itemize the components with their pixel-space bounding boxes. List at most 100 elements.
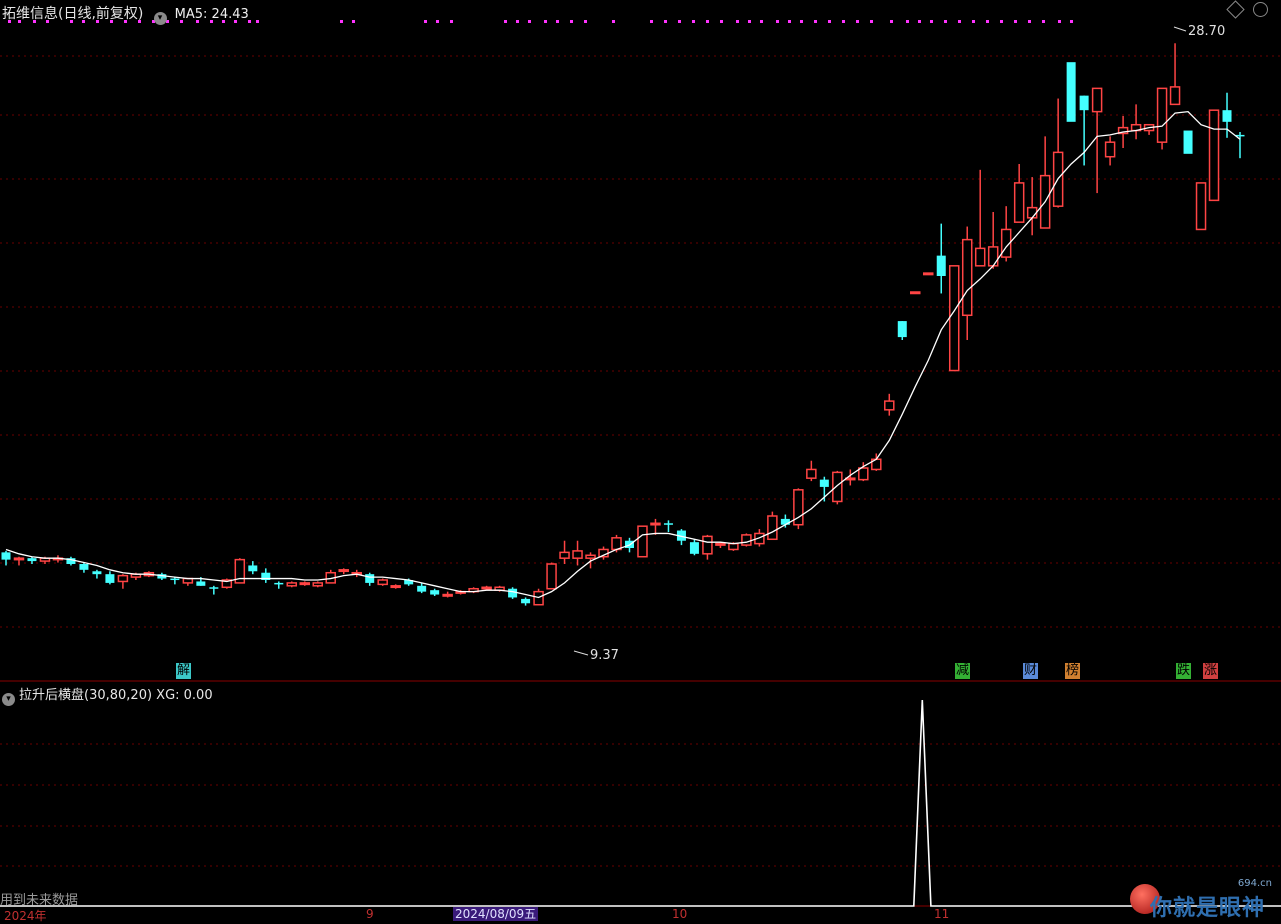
candle-body: [974, 247, 986, 267]
candle-body: [961, 238, 973, 317]
axis-label: 2024年: [4, 909, 47, 923]
signal-dot: [800, 20, 803, 23]
event-marker[interactable]: 减: [955, 663, 971, 679]
candle-body: [741, 534, 752, 546]
dropdown-icon[interactable]: ▾: [2, 693, 15, 706]
candle-body: [910, 291, 921, 295]
candle-body: [1195, 182, 1207, 231]
chart-canvas: [0, 20, 1281, 907]
signal-dot: [736, 20, 739, 23]
dropdown-icon[interactable]: ▾: [153, 12, 167, 25]
signal-dot: [906, 20, 909, 23]
candle-body: [1066, 62, 1076, 122]
ma-label: MA5: 24.43: [174, 7, 249, 22]
signal-dot: [584, 20, 587, 23]
signal-dot: [516, 20, 519, 23]
candle-body: [1169, 86, 1181, 106]
signal-dot: [504, 20, 507, 23]
candle-body: [170, 578, 180, 581]
signal-dot: [1058, 20, 1061, 23]
candle-body: [521, 598, 531, 604]
candle-body: [27, 558, 37, 562]
signal-dot: [528, 20, 531, 23]
signal-dot: [814, 20, 817, 23]
signal-dot: [556, 20, 559, 23]
indicator-line: [0, 699, 1281, 907]
circle-icon[interactable]: [1253, 2, 1268, 17]
candle-body: [1183, 130, 1193, 154]
candle-body: [819, 479, 829, 487]
signal-dot: [748, 20, 751, 23]
event-marker[interactable]: 涨: [1203, 663, 1219, 679]
signal-dot: [842, 20, 845, 23]
candle-body: [702, 535, 713, 555]
candle-body: [299, 582, 311, 586]
signal-dot: [930, 20, 933, 23]
candle-body: [832, 471, 843, 503]
candle-body: [858, 467, 869, 481]
candle-body: [79, 564, 89, 570]
candle-body: [286, 582, 298, 587]
candle-body: [417, 585, 427, 592]
candle-body: [248, 565, 258, 572]
indicator-title: 拉升后横盘(30,80,20) XG: 0.00: [19, 688, 213, 703]
candle-body: [780, 518, 790, 525]
watermark-logo: 694.cn 你就是眼神: [1128, 878, 1278, 921]
signal-dot: [788, 20, 791, 23]
low-price-label: 9.37: [590, 648, 619, 663]
candle-body: [92, 571, 102, 575]
candle-body: [1079, 95, 1089, 111]
stock-title[interactable]: 拓维信息(日线,前复权): [2, 6, 143, 22]
candle-body: [105, 574, 115, 583]
high-price-label: 28.70: [1188, 24, 1226, 39]
signal-dot: [650, 20, 653, 23]
candle-body: [533, 590, 544, 606]
event-marker[interactable]: 解: [176, 663, 192, 679]
candle-body: [663, 523, 673, 525]
candle-body: [1222, 110, 1232, 122]
high-arrow: [1173, 26, 1187, 32]
signal-dot: [760, 20, 763, 23]
candle-body: [572, 550, 583, 559]
signal-dot: [256, 20, 259, 23]
candle-body: [767, 515, 778, 541]
signal-dot: [450, 20, 453, 23]
signal-dot: [1070, 20, 1073, 23]
candle-body: [182, 577, 194, 584]
signal-dot: [544, 20, 547, 23]
future-data-note: 用到未来数据: [0, 893, 79, 908]
candle-body: [1, 552, 11, 560]
signal-dot: [1028, 20, 1031, 23]
candle-body: [365, 574, 375, 583]
signal-dot: [944, 20, 947, 23]
candle-body: [897, 321, 907, 338]
event-marker[interactable]: 财: [1023, 663, 1039, 679]
signal-dot: [706, 20, 709, 23]
signal-dot: [424, 20, 427, 23]
candle-body: [936, 255, 946, 276]
candle-body: [1208, 109, 1220, 202]
signal-dot: [1042, 20, 1045, 23]
candle-body: [312, 582, 323, 587]
signal-dot: [1000, 20, 1003, 23]
signal-dot: [720, 20, 723, 23]
signal-dot: [870, 20, 873, 23]
signal-dot: [352, 20, 355, 23]
candle-body: [508, 588, 518, 598]
event-marker[interactable]: 跌: [1176, 663, 1192, 679]
candle-body: [559, 551, 570, 559]
signal-dot: [972, 20, 975, 23]
chart-header: 拓维信息(日线,前复权) ▾ MA5: 24.43: [2, 3, 249, 25]
candle-body: [728, 542, 739, 551]
signal-dot: [986, 20, 989, 23]
signal-dot: [570, 20, 573, 23]
candle-body: [715, 542, 726, 546]
signal-dot: [958, 20, 961, 23]
candle-body: [637, 525, 648, 558]
signal-dot: [664, 20, 667, 23]
signal-dot: [856, 20, 859, 23]
indicator-header: ▾ 拉升后横盘(30,80,20) XG: 0.00: [2, 684, 213, 706]
event-marker[interactable]: 榜: [1065, 663, 1081, 679]
watermark-site: 694.cn: [1237, 878, 1272, 889]
candle-body: [442, 593, 453, 597]
